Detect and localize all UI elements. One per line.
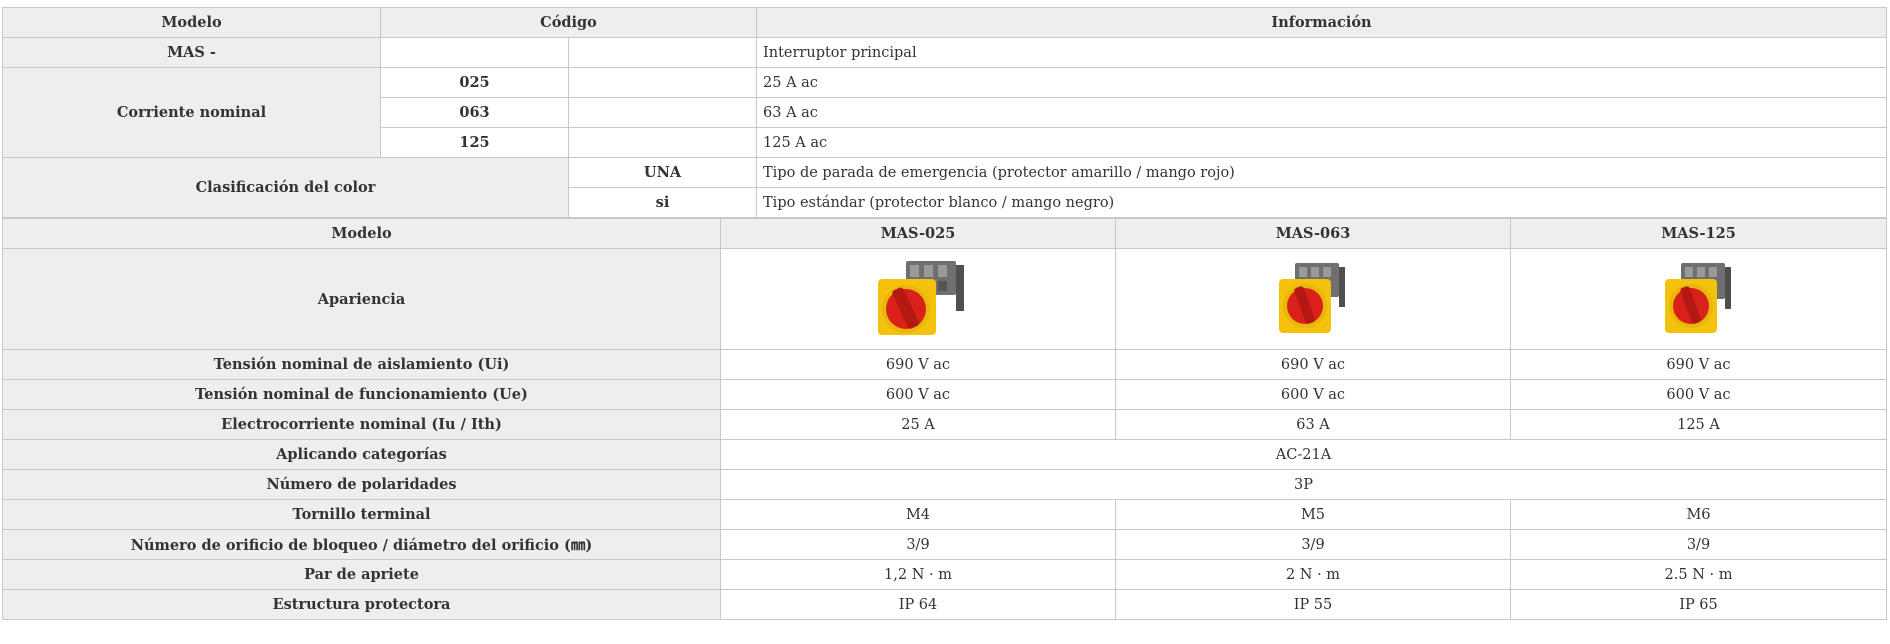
row-label: Tensión nominal de funcionamiento (Ue) [2, 379, 721, 410]
product-image-cell [720, 248, 1116, 350]
value-cell: 3/9 [720, 529, 1116, 560]
row-label: Aplicando categorías [2, 439, 721, 470]
info-cell: 63 A ac [756, 97, 1888, 128]
row-label: Par de apriete [2, 559, 721, 590]
value-cell: 600 V ac [720, 379, 1116, 410]
header-model-mas-125: MAS-125 [1510, 218, 1887, 249]
info-cell: 125 A ac [756, 127, 1888, 158]
value-cell: 690 V ac [1510, 349, 1887, 380]
table-row: Tornillo terminal M4 M5 M6 [2, 499, 1887, 530]
value-cell: M5 [1115, 499, 1511, 530]
code-cell-empty [567, 127, 758, 158]
header-model-mas-025: MAS-025 [720, 218, 1116, 249]
header-modelo: Modelo [2, 218, 721, 249]
value-cell: 3/9 [1115, 529, 1511, 560]
info-cell: Tipo de parada de emergencia (protector … [756, 157, 1888, 188]
product-image-cell [1115, 248, 1511, 350]
code-cell: 125 [380, 127, 569, 158]
code-cell-empty [567, 67, 758, 98]
header-codigo: Código [379, 7, 758, 38]
value-cell: 125 A [1510, 409, 1887, 440]
table-row: Tensión nominal de aislamiento (Ui) 690 … [2, 349, 1887, 380]
coding-header-row: Modelo Código Información [2, 7, 1888, 38]
table-row: Número de orificio de bloqueo / diámetro… [2, 529, 1887, 560]
row-label-corriente: Corriente nominal [2, 67, 381, 158]
value-cell: 25 A [720, 409, 1116, 440]
row-label: Electrocorriente nominal (Iu / Ith) [2, 409, 721, 440]
coding-table: Modelo Código Información MAS - Interrup… [2, 7, 1888, 218]
row-label-color: Clasificación del color [2, 157, 569, 218]
table-row: Par de apriete 1,2 N · m 2 N · m 2.5 N ·… [2, 559, 1887, 590]
row-label-mas: MAS - [2, 37, 381, 68]
spec-table: Modelo MAS-025 MAS-063 MAS-125 Aparienci… [2, 218, 1887, 620]
value-cell: 63 A [1115, 409, 1511, 440]
row-label: Número de polaridades [2, 469, 721, 500]
value-cell: IP 65 [1510, 589, 1887, 620]
table-row: Estructura protectora IP 64 IP 55 IP 65 [2, 589, 1887, 620]
value-cell: IP 64 [720, 589, 1116, 620]
product-image-cell [1510, 248, 1887, 350]
code-cell-empty [380, 37, 569, 68]
row-label: Tensión nominal de aislamiento (Ui) [2, 349, 721, 380]
value-cell: 2.5 N · m [1510, 559, 1887, 590]
table-row-appearance: Apariencia [2, 248, 1887, 350]
code-cell: 063 [380, 97, 569, 128]
code-cell-empty [567, 97, 758, 128]
value-cell: 690 V ac [1115, 349, 1511, 380]
rotary-switch-image-icon [1664, 263, 1731, 333]
value-cell: 1,2 N · m [720, 559, 1116, 590]
table-row: Tensión nominal de funcionamiento (Ue) 6… [2, 379, 1887, 410]
row-label: Número de orificio de bloqueo / diámetro… [2, 529, 721, 560]
rotary-switch-image-icon [1279, 263, 1345, 333]
spec-header-row: Modelo MAS-025 MAS-063 MAS-125 [2, 218, 1887, 249]
code-cell: UNA [567, 157, 758, 188]
code-cell: 025 [380, 67, 569, 98]
value-cell: IP 55 [1115, 589, 1511, 620]
row-label: Tornillo terminal [2, 499, 721, 530]
value-cell: 690 V ac [720, 349, 1116, 380]
info-cell: Tipo estándar (protector blanco / mango … [756, 187, 1888, 218]
header-modelo: Modelo [2, 7, 381, 38]
value-cell: 3/9 [1510, 529, 1887, 560]
table-row: Clasificación del color UNA Tipo de para… [2, 157, 1888, 218]
table-row: MAS - Interruptor principal [2, 37, 1888, 68]
code-cell: si [567, 187, 758, 218]
header-model-mas-063: MAS-063 [1115, 218, 1511, 249]
table-row: Corriente nominal 025 25 A ac [2, 67, 1888, 158]
value-cell: M4 [720, 499, 1116, 530]
table-row: Número de polaridades 3P [2, 469, 1887, 500]
value-cell-merged: AC-21A [720, 439, 1887, 470]
value-cell: 2 N · m [1115, 559, 1511, 590]
value-cell: 600 V ac [1115, 379, 1511, 410]
table-row: Aplicando categorías AC-21A [2, 439, 1887, 470]
row-label-apariencia: Apariencia [2, 248, 721, 350]
info-cell: 25 A ac [756, 67, 1888, 98]
value-cell: 600 V ac [1510, 379, 1887, 410]
value-cell: M6 [1510, 499, 1887, 530]
row-label: Estructura protectora [2, 589, 721, 620]
table-row: Electrocorriente nominal (Iu / Ith) 25 A… [2, 409, 1887, 440]
header-informacion: Información [756, 7, 1888, 38]
value-cell-merged: 3P [720, 469, 1887, 500]
code-cell-empty [567, 37, 758, 68]
page-content: Modelo Código Información MAS - Interrup… [2, 7, 1888, 620]
rotary-switch-image-icon [878, 261, 964, 335]
info-cell: Interruptor principal [756, 37, 1888, 68]
